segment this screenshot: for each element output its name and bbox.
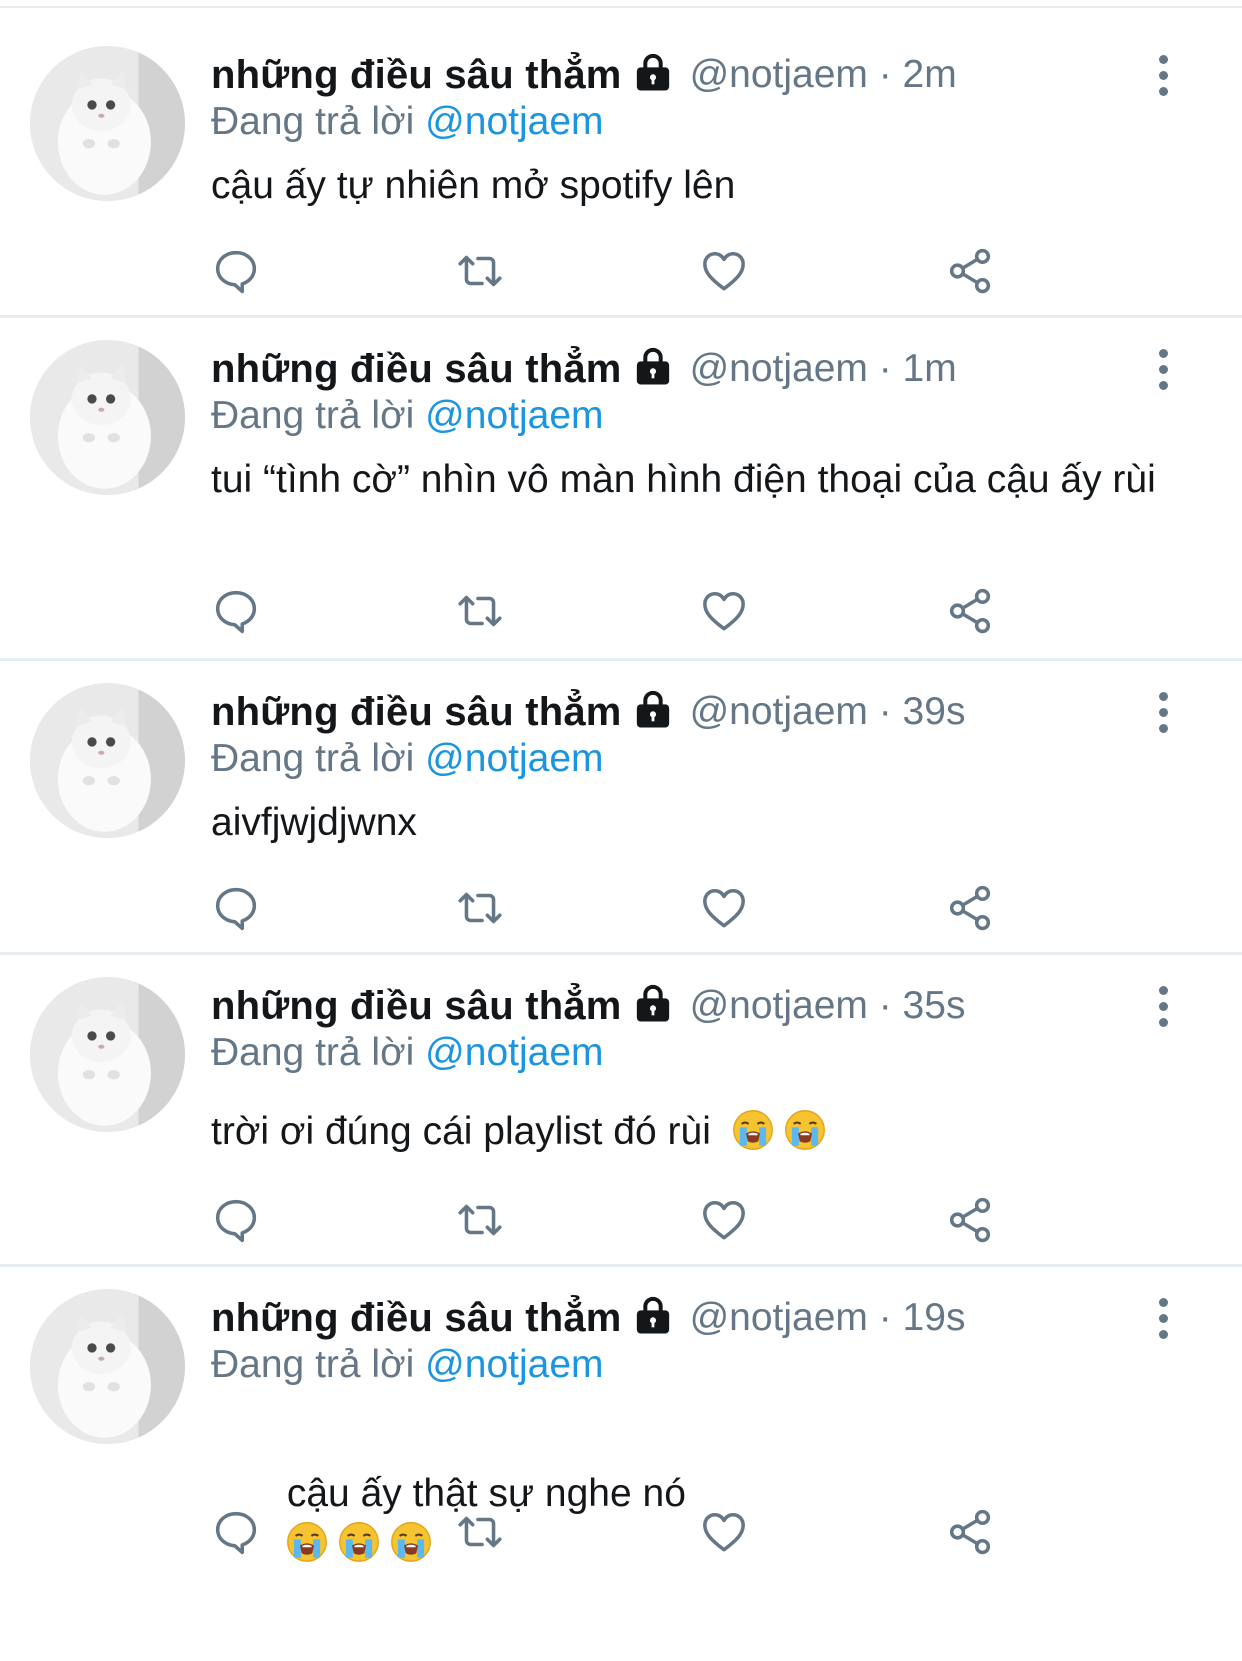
handle-timestamp[interactable]: @notjaem · 19s <box>690 1296 966 1340</box>
reply-mention-link[interactable]: @notjaem <box>425 394 603 437</box>
tweet[interactable]: những điều sâu thẳm @notjaem · 39s Đang … <box>0 661 1242 955</box>
reply-icon[interactable] <box>211 883 261 933</box>
avatar[interactable] <box>30 977 185 1132</box>
reply-prefix: Đang trả lời <box>211 100 415 143</box>
tweet-text-content: aivfjwjdjwnx <box>211 801 417 844</box>
tweet-actions <box>211 883 1011 933</box>
tweet-header: những điều sâu thẳm @notjaem · 35s <box>211 981 965 1031</box>
avatar[interactable] <box>30 683 185 838</box>
tweet[interactable]: những điều sâu thẳm @notjaem · 19s Đang … <box>0 1267 1242 1607</box>
tweet[interactable]: những điều sâu thẳm @notjaem · 2m Đang t… <box>0 8 1242 318</box>
reply-mention-link[interactable]: @notjaem <box>425 1343 603 1386</box>
tweet-text-content: trời ơi đúng cái playlist đó rùi <box>211 1110 711 1153</box>
tweet-actions <box>211 586 1011 636</box>
more-options-icon[interactable] <box>1148 344 1178 394</box>
display-name[interactable]: những điều sâu thẳm <box>211 984 622 1029</box>
heart-icon[interactable] <box>699 1195 749 1245</box>
replying-to: Đang trả lời @notjaem <box>211 1343 604 1387</box>
share-icon[interactable] <box>945 1507 995 1557</box>
reply-icon[interactable] <box>211 1195 261 1245</box>
share-icon[interactable] <box>945 246 995 296</box>
lock-icon <box>634 983 672 1023</box>
tweet-actions <box>211 246 1011 296</box>
handle-timestamp[interactable]: @notjaem · 35s <box>690 984 966 1028</box>
replying-to: Đang trả lời @notjaem <box>211 1031 604 1075</box>
heart-icon[interactable] <box>699 883 749 933</box>
handle-timestamp[interactable]: @notjaem · 1m <box>690 347 957 391</box>
reply-prefix: Đang trả lời <box>211 1343 415 1386</box>
replying-to: Đang trả lời @notjaem <box>211 394 604 438</box>
tweet-text: tui “tình cờ” nhìn vô màn hình điện thoạ… <box>211 455 1191 505</box>
share-icon[interactable] <box>945 1195 995 1245</box>
tweet-actions <box>211 1507 1011 1557</box>
retweet-icon[interactable] <box>455 246 505 296</box>
tweet-text: aivfjwjdjwnx <box>211 798 1191 848</box>
tweet-text-content: cậu ấy tự nhiên mở spotify lên <box>211 164 736 207</box>
heart-icon[interactable] <box>699 586 749 636</box>
more-options-icon[interactable] <box>1148 687 1178 737</box>
replying-to: Đang trả lời @notjaem <box>211 737 604 781</box>
tweet-header: những điều sâu thẳm @notjaem · 19s <box>211 1293 965 1343</box>
avatar[interactable] <box>30 340 185 495</box>
display-name[interactable]: những điều sâu thẳm <box>211 690 622 735</box>
handle-timestamp[interactable]: @notjaem · 39s <box>690 690 966 734</box>
share-icon[interactable] <box>945 883 995 933</box>
retweet-icon[interactable] <box>455 1507 505 1557</box>
retweet-icon[interactable] <box>455 586 505 636</box>
retweet-icon[interactable] <box>455 883 505 933</box>
tweet[interactable]: những điều sâu thẳm @notjaem · 35s Đang … <box>0 955 1242 1267</box>
more-options-icon[interactable] <box>1148 981 1178 1031</box>
reply-prefix: Đang trả lời <box>211 394 415 437</box>
lock-icon <box>634 346 672 386</box>
lock-icon <box>634 1295 672 1335</box>
reply-icon[interactable] <box>211 1507 261 1557</box>
heart-icon[interactable] <box>699 246 749 296</box>
tweet-text-content: tui “tình cờ” nhìn vô màn hình điện thoạ… <box>211 458 1156 501</box>
display-name[interactable]: những điều sâu thẳm <box>211 53 622 98</box>
replying-to: Đang trả lời @notjaem <box>211 100 604 144</box>
loudly-crying-face-emoji <box>732 1109 774 1151</box>
tweet-text: trời ơi đúng cái playlist đó rùi <box>211 1107 1191 1157</box>
more-options-icon[interactable] <box>1148 1293 1178 1343</box>
avatar[interactable] <box>30 1289 185 1444</box>
retweet-icon[interactable] <box>455 1195 505 1245</box>
share-icon[interactable] <box>945 586 995 636</box>
tweet-header: những điều sâu thẳm @notjaem · 39s <box>211 687 965 737</box>
tweet-text: cậu ấy tự nhiên mở spotify lên <box>211 161 1191 211</box>
reply-icon[interactable] <box>211 586 261 636</box>
reply-prefix: Đang trả lời <box>211 737 415 780</box>
tweet-actions <box>211 1195 1011 1245</box>
display-name[interactable]: những điều sâu thẳm <box>211 347 622 392</box>
tweet-header: những điều sâu thẳm @notjaem · 1m <box>211 344 957 394</box>
tweet[interactable]: những điều sâu thẳm @notjaem · 1m Đang t… <box>0 318 1242 661</box>
tweet-timeline: những điều sâu thẳm @notjaem · 2m Đang t… <box>0 8 1242 1607</box>
reply-mention-link[interactable]: @notjaem <box>425 1031 603 1074</box>
lock-icon <box>634 52 672 92</box>
avatar[interactable] <box>30 46 185 201</box>
more-options-icon[interactable] <box>1148 50 1178 100</box>
reply-mention-link[interactable]: @notjaem <box>425 100 603 143</box>
display-name[interactable]: những điều sâu thẳm <box>211 1296 622 1341</box>
loudly-crying-face-emoji <box>784 1109 826 1151</box>
reply-mention-link[interactable]: @notjaem <box>425 737 603 780</box>
reply-icon[interactable] <box>211 246 261 296</box>
reply-prefix: Đang trả lời <box>211 1031 415 1074</box>
heart-icon[interactable] <box>699 1507 749 1557</box>
lock-icon <box>634 689 672 729</box>
handle-timestamp[interactable]: @notjaem · 2m <box>690 53 957 97</box>
tweet-header: những điều sâu thẳm @notjaem · 2m <box>211 50 957 100</box>
